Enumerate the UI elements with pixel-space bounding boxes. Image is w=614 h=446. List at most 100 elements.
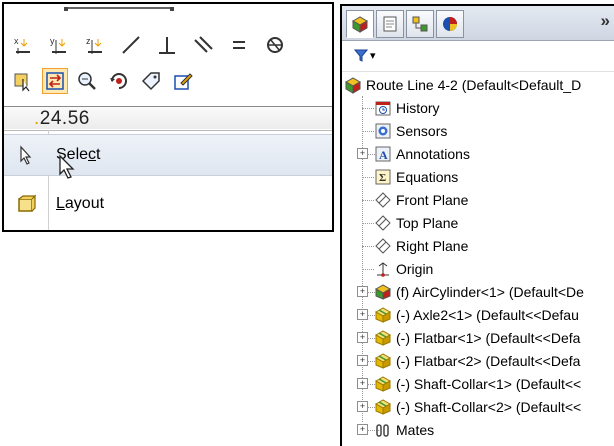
configuration-icon <box>412 16 428 32</box>
svg-text:A: A <box>379 148 388 162</box>
toolbar-row-1: x y z <box>10 28 330 62</box>
collinear-icon[interactable] <box>118 32 144 58</box>
mouse-cursor-icon <box>58 154 76 185</box>
equal-icon[interactable] <box>226 32 252 58</box>
assembly-icon <box>374 283 392 301</box>
tree-item-equations[interactable]: Σ Equations <box>374 166 458 188</box>
tree-item-sensors[interactable]: Sensors <box>374 120 447 142</box>
tree-item-label: (-) Axle2<1> (Default<<Defau <box>396 307 579 323</box>
part-icon <box>374 375 392 393</box>
tag-icon[interactable] <box>138 68 164 94</box>
tree-branch <box>362 177 374 178</box>
tab-overflow-chevron[interactable]: » <box>601 11 610 31</box>
perpendicular-icon[interactable] <box>154 32 180 58</box>
along-z-icon[interactable]: z <box>82 32 108 58</box>
mates-paperclip-icon <box>374 421 392 439</box>
tree-guide-line <box>362 96 363 422</box>
tree-root-label: Route Line 4-2 (Default<Default_D <box>366 77 582 93</box>
tree-branch <box>362 246 374 247</box>
part-icon <box>374 398 392 416</box>
tree-item-component[interactable]: (f) AirCylinder<1> (Default<De <box>374 281 584 303</box>
zoom-icon[interactable] <box>74 68 100 94</box>
tree-item-label: Origin <box>396 261 434 277</box>
display-pie-icon <box>443 17 457 31</box>
select-chain-icon[interactable] <box>10 68 36 94</box>
tree-item-label: Annotations <box>396 146 470 162</box>
tree-item-origin[interactable]: Origin <box>374 258 433 280</box>
tree-item-label: (-) Flatbar<2> (Default<<Defa <box>396 353 581 369</box>
tree-item-label: Front Plane <box>396 192 469 208</box>
tree-item-annotations[interactable]: A Annotations <box>374 143 470 165</box>
filter-caret: ▾ <box>370 49 376 62</box>
filter-dropdown[interactable]: ▾ <box>354 48 376 62</box>
toolbar-row-2 <box>10 64 330 98</box>
parallel-icon[interactable] <box>190 32 216 58</box>
tree-item-mates[interactable]: Mates <box>374 419 434 441</box>
tree-item-label: (-) Shaft-Collar<2> (Default<< <box>396 399 582 415</box>
tree-item-component[interactable]: (-) Shaft-Collar<2> (Default<< <box>374 396 581 418</box>
part-icon <box>374 306 392 324</box>
menu-item-layout[interactable]: Layout <box>4 184 332 224</box>
separator <box>4 130 332 131</box>
toolbar-top-edge <box>64 4 174 11</box>
plane-icon <box>374 214 392 232</box>
menu-item-select[interactable]: Select <box>4 134 332 176</box>
manager-tab-bar: » <box>342 6 614 41</box>
part-tree-icon <box>351 16 369 33</box>
svg-text:x: x <box>14 36 19 46</box>
rotate-part-icon[interactable] <box>106 68 132 94</box>
tree-branch <box>362 269 374 270</box>
tree-branch <box>362 200 374 201</box>
arrow-pointer-icon <box>4 145 48 165</box>
tree-item-label: Mates <box>396 422 435 438</box>
feature-manager-panel: » ▾ Route Line 4-2 (Default<Default_D Hi… <box>340 4 614 446</box>
filter-bar: ▾ <box>342 41 614 72</box>
layout-sketch-icon <box>4 194 48 214</box>
equation-sigma-icon: Σ <box>374 168 392 186</box>
plane-icon <box>374 237 392 255</box>
tree-item-component[interactable]: (-) Shaft-Collar<1> (Default<< <box>374 373 581 395</box>
annotation-icon: A <box>374 145 392 163</box>
tree-item-component[interactable]: (-) Flatbar<1> (Default<<Defa <box>374 327 580 349</box>
svg-text:Σ: Σ <box>379 172 386 184</box>
tree-item-label: (f) AirCylinder<1> (Default<De <box>396 284 584 300</box>
menu-item-label: Layout <box>56 195 105 212</box>
tree-branch <box>362 108 374 109</box>
fix-relation-icon[interactable] <box>262 32 288 58</box>
along-x-icon[interactable]: x <box>10 32 36 58</box>
funnel-icon <box>354 49 368 62</box>
tree-item-history[interactable]: History <box>374 97 440 119</box>
tab-property-manager[interactable] <box>376 10 404 38</box>
svg-text:z: z <box>86 36 91 46</box>
tab-configuration-manager[interactable] <box>406 10 434 38</box>
tree-item-label: History <box>396 100 440 116</box>
tree-item-label: (-) Flatbar<1> (Default<<Defa <box>396 330 581 346</box>
dimension-value: .24.56 <box>34 108 90 129</box>
svg-text:y: y <box>50 36 55 46</box>
property-sheet-icon <box>383 16 397 32</box>
tree-item-label: (-) Shaft-Collar<1> (Default<< <box>396 376 582 392</box>
tree-branch <box>362 223 374 224</box>
history-icon <box>374 99 392 117</box>
tree-item-front-plane[interactable]: Front Plane <box>374 189 468 211</box>
edit-sketch-icon[interactable] <box>170 68 196 94</box>
origin-icon <box>374 260 392 278</box>
tree-item-right-plane[interactable]: Right Plane <box>374 235 468 257</box>
tree-root[interactable]: Route Line 4-2 (Default<Default_D <box>344 74 581 96</box>
assembly-icon <box>344 76 362 94</box>
tree-item-top-plane[interactable]: Top Plane <box>374 212 458 234</box>
sketch-toolbar-panel: x y z .24.56 Select Layout <box>2 2 334 232</box>
tree-item-label: Top Plane <box>396 215 459 231</box>
tree-item-label: Sensors <box>396 123 448 139</box>
part-icon <box>374 329 392 347</box>
plane-icon <box>374 191 392 209</box>
tree-item-component[interactable]: (-) Axle2<1> (Default<<Defau <box>374 304 579 326</box>
route-segment-icon[interactable] <box>42 68 68 94</box>
tree-item-label: Right Plane <box>396 238 469 254</box>
tree-branch <box>362 131 374 132</box>
along-y-icon[interactable]: y <box>46 32 72 58</box>
tree-item-component[interactable]: (-) Flatbar<2> (Default<<Defa <box>374 350 580 372</box>
tree-item-label: Equations <box>396 169 459 185</box>
tab-display-manager[interactable] <box>436 10 464 38</box>
tab-feature-manager[interactable] <box>346 10 374 38</box>
